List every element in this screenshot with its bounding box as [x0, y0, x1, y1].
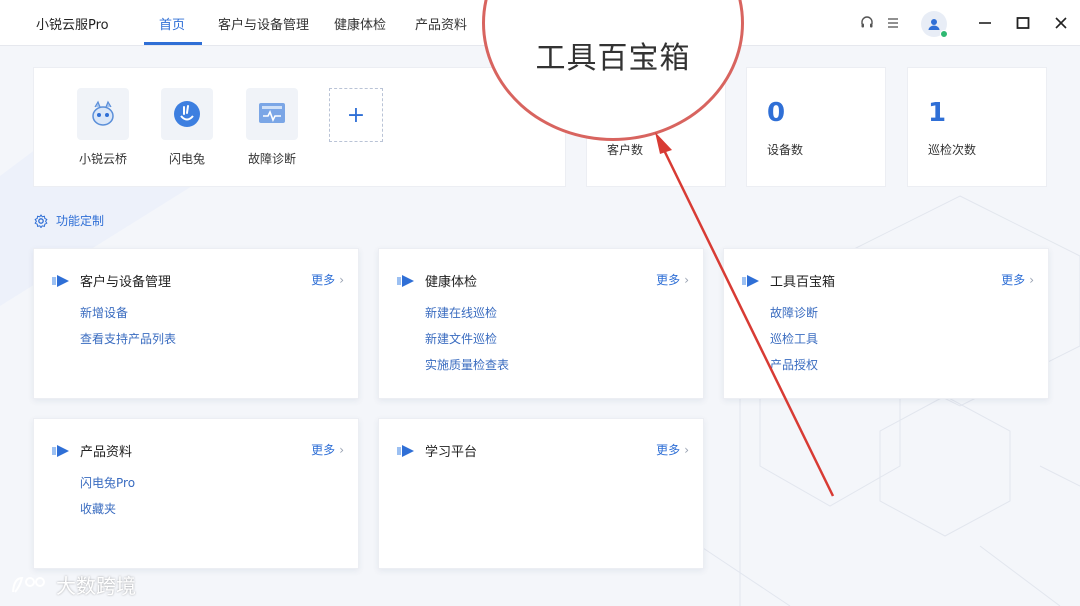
card-header-icon [397, 274, 414, 287]
card-toolbox: 工具百宝箱 更多 › 故障诊断 巡检工具 产品授权 [723, 248, 1049, 399]
stat-value: 0 [767, 98, 786, 128]
app-title: 小锐云服Pro [36, 18, 109, 33]
more-link[interactable]: 更多 › [311, 441, 344, 458]
bridge-mascot-icon [77, 88, 129, 140]
stat-label: 巡检次数 [928, 143, 977, 157]
card-title: 工具百宝箱 [770, 275, 836, 290]
tab-customer-device[interactable]: 客户与设备管理 [218, 14, 309, 33]
chevron-right-icon: › [1029, 273, 1034, 287]
watermark-text: 大数跨境 [56, 574, 136, 598]
watermark: 大数跨境 [10, 570, 136, 599]
tab-product-docs[interactable]: 产品资料 [415, 14, 467, 33]
diagnosis-icon [246, 88, 298, 140]
card-product-docs: 产品资料 更多 › 闪电兔Pro 收藏夹 [33, 418, 359, 569]
avatar[interactable] [921, 11, 948, 38]
more-link[interactable]: 更多 › [656, 271, 689, 288]
chevron-right-icon: › [684, 443, 689, 457]
chevron-right-icon: › [339, 273, 344, 287]
chevron-right-icon: › [684, 273, 689, 287]
stat-label: 客户数 [607, 143, 644, 157]
customize-features-link[interactable]: 功能定制 [34, 212, 104, 229]
minimize-icon[interactable] [976, 14, 994, 32]
link-product-license[interactable]: 产品授权 [770, 356, 818, 373]
tab-home[interactable]: 首页 [159, 14, 185, 33]
card-header-icon [52, 274, 69, 287]
link-supported-products[interactable]: 查看支持产品列表 [80, 330, 176, 347]
link-add-device[interactable]: 新增设备 [80, 304, 176, 321]
active-tab-indicator [144, 42, 202, 45]
more-link[interactable]: 更多 › [311, 271, 344, 288]
link-fault-diagnosis[interactable]: 故障诊断 [770, 304, 818, 321]
lightning-rabbit-icon [161, 88, 213, 140]
watermark-logo-icon [12, 576, 45, 593]
quick-access-panel: 小锐云桥 闪电兔 故障诊断 + [33, 67, 566, 187]
online-status-dot [940, 30, 948, 38]
menu-icon[interactable] [884, 14, 902, 32]
card-customer-device: 客户与设备管理 更多 › 新增设备 查看支持产品列表 [33, 248, 359, 399]
quick-item-lightning-rabbit[interactable]: 闪电兔 [152, 88, 222, 167]
quick-item-label: 故障诊断 [247, 152, 296, 166]
quick-item-label: 闪电兔 [168, 152, 205, 166]
link-inspection-tool[interactable]: 巡检工具 [770, 330, 818, 347]
stat-value: 1 [928, 98, 947, 128]
headset-icon[interactable] [858, 14, 876, 32]
card-title: 健康体检 [425, 275, 478, 290]
customize-label: 功能定制 [56, 214, 105, 228]
card-learning-platform: 学习平台 更多 › [378, 418, 704, 569]
quick-item-fault-diagnosis[interactable]: 故障诊断 [237, 88, 307, 167]
card-title: 学习平台 [425, 445, 478, 460]
stat-label: 设备数 [767, 143, 804, 157]
more-link[interactable]: 更多 › [656, 441, 689, 458]
gear-icon [34, 213, 48, 228]
card-health-check: 健康体检 更多 › 新建在线巡检 新建文件巡检 实施质量检查表 [378, 248, 704, 399]
close-icon[interactable] [1052, 14, 1070, 32]
card-header-icon [397, 444, 414, 457]
card-header-icon [52, 444, 69, 457]
link-quality-checklist[interactable]: 实施质量检查表 [425, 356, 509, 373]
stat-card-inspections[interactable]: 1 巡检次数 [907, 67, 1047, 187]
link-lightning-rabbit-pro[interactable]: 闪电兔Pro [80, 474, 135, 491]
magnified-text: 工具百宝箱 [535, 41, 691, 76]
card-title: 客户与设备管理 [80, 275, 172, 290]
maximize-icon[interactable] [1014, 14, 1032, 32]
tab-health-check[interactable]: 健康体检 [334, 14, 386, 33]
add-quick-item-button[interactable]: + [329, 88, 383, 142]
quick-item-label: 小锐云桥 [78, 152, 127, 166]
stat-card-devices[interactable]: 0 设备数 [746, 67, 886, 187]
quick-item-cloud-bridge[interactable]: 小锐云桥 [68, 88, 138, 167]
link-new-file-inspection[interactable]: 新建文件巡检 [425, 330, 509, 347]
more-link[interactable]: 更多 › [1001, 271, 1034, 288]
card-title: 产品资料 [80, 445, 133, 460]
link-new-online-inspection[interactable]: 新建在线巡检 [425, 304, 509, 321]
link-favorites[interactable]: 收藏夹 [80, 500, 135, 517]
card-header-icon [742, 274, 759, 287]
chevron-right-icon: › [339, 443, 344, 457]
